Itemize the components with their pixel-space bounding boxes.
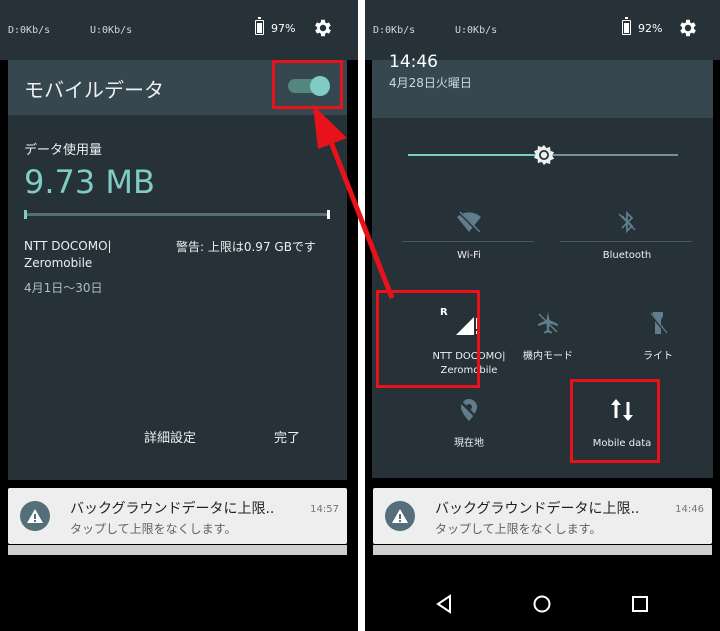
usage-details: データ使用量 9.73 MB NTT DOCOMO| Zeromobile 警告… [8,115,347,480]
done-button[interactable]: 完了 [274,427,300,446]
tile-bluetooth-label: Bluetooth [602,250,652,261]
date-range: 4月1日〜30日 [24,281,103,295]
toggle-highlight-box [272,60,343,109]
notification-subtitle: タップして上限をなくします。 [435,522,602,536]
sun-icon[interactable] [532,143,556,167]
battery-icon [622,17,631,35]
tile-divider [560,241,692,242]
upload-speed: U:0Kb/s [90,25,133,36]
airplane-icon [538,312,558,334]
flashlight-icon [649,312,668,334]
notification-stack-edge [373,545,712,555]
usage-bar-limit [327,210,330,219]
download-speed: D:0Kb/s [373,25,416,36]
carrier-name: NTT DOCOMO| Zeromobile [24,238,112,272]
notification-time: 14:46 [675,504,704,515]
brightness-slider[interactable] [408,145,678,165]
battery-icon [255,17,264,35]
status-bar: D:0Kb/s U:0Kb/s 97% [0,0,358,60]
notification-title: バックグラウンドデータに上限.. [70,501,275,517]
home-icon[interactable] [531,593,553,615]
wifi-off-icon [457,210,481,234]
notification-time: 14:57 [310,504,339,515]
more-settings-button[interactable]: 詳細設定 [144,427,196,446]
tile-flashlight[interactable]: ライト [583,301,720,376]
date: 4月28日火曜日 [389,76,472,90]
tile-location[interactable]: 現在地 [394,388,544,463]
tile-wifi[interactable]: Wi-Fi [394,200,544,275]
bluetooth-off-icon [618,210,636,234]
clock: 14:46 [389,52,438,72]
location-off-icon [459,399,479,421]
shade-header: 14:46 4月28日火曜日 [372,52,713,118]
carrier-line-1: NTT DOCOMO| [24,239,112,253]
tile-flashlight-label: ライト [643,351,673,362]
background-data-notification[interactable]: バックグラウンドデータに上限.. タップして上限をなくします。 14:57 [8,488,347,544]
battery-level: 92% [638,22,663,35]
gear-icon[interactable] [677,17,699,39]
notification-title: バックグラウンドデータに上限.. [435,501,640,517]
usage-bar-start [24,210,27,219]
navigation-bar [365,572,720,631]
usage-value: 9.73 MB [24,163,155,201]
tile-divider [402,241,534,242]
mobile-data-title: モバイルデータ [24,78,164,102]
background-data-notification[interactable]: バックグラウンドデータに上限.. タップして上限をなくします。 14:46 [373,488,712,544]
gear-icon[interactable] [312,17,334,39]
usage-bar [24,210,330,219]
data-usage-panel: D:0Kb/s U:0Kb/s 97% モバイルデータ データ使用量 9.73 … [0,0,358,631]
status-bar: D:0Kb/s U:0Kb/s 92% [365,0,720,60]
quick-settings-shade: 14:46 4月28日火曜日 Wi-Fi Bluetooth R NTT DOC… [372,52,713,478]
recents-icon[interactable] [629,593,651,615]
battery-level: 97% [271,22,296,35]
warning-icon [385,501,415,531]
tile-wifi-label: Wi-Fi [457,250,481,261]
tile-bluetooth[interactable]: Bluetooth [552,200,702,275]
notification-subtitle: タップして上限をなくします。 [70,522,237,536]
carrier-line-2: Zeromobile [24,256,93,270]
back-icon[interactable] [433,593,455,615]
usage-label: データ使用量 [24,143,103,158]
limit-warning: 警告: 上限は0.97 GBです [176,240,316,254]
quick-settings-panel: D:0Kb/s U:0Kb/s 92% 14:46 4月28日火曜日 Wi-Fi… [365,0,720,631]
download-speed: D:0Kb/s [8,25,51,36]
carrier-highlight-box [376,290,480,388]
warning-icon [20,501,50,531]
mobile-data-highlight-box [570,379,660,463]
notification-stack-edge [8,545,347,555]
upload-speed: U:0Kb/s [455,25,498,36]
tile-location-label: 現在地 [454,438,484,449]
